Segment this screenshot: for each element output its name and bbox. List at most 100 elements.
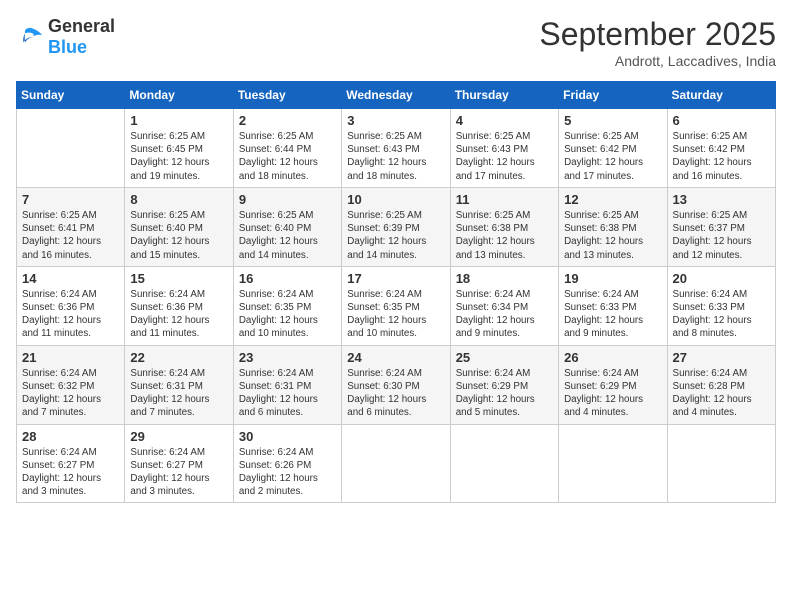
cell-info: Sunrise: 6:25 AM Sunset: 6:38 PM Dayligh… xyxy=(564,209,661,262)
cell-info: Sunrise: 6:25 AM Sunset: 6:39 PM Dayligh… xyxy=(347,209,444,262)
day-number: 13 xyxy=(673,192,770,207)
calendar-cell: 18 Sunrise: 6:24 AM Sunset: 6:34 PM Dayli… xyxy=(450,266,558,345)
logo-blue-text: Blue xyxy=(48,37,87,57)
cell-info: Sunrise: 6:25 AM Sunset: 6:42 PM Dayligh… xyxy=(564,130,661,183)
calendar-cell: 3 Sunrise: 6:25 AM Sunset: 6:43 PM Daylig… xyxy=(342,109,450,188)
cell-info: Sunrise: 6:24 AM Sunset: 6:32 PM Dayligh… xyxy=(22,367,119,420)
day-number: 6 xyxy=(673,113,770,128)
cell-info: Sunrise: 6:24 AM Sunset: 6:27 PM Dayligh… xyxy=(22,446,119,499)
cell-info: Sunrise: 6:24 AM Sunset: 6:36 PM Dayligh… xyxy=(22,288,119,341)
calendar-cell: 17 Sunrise: 6:24 AM Sunset: 6:35 PM Dayli… xyxy=(342,266,450,345)
day-number: 17 xyxy=(347,271,444,286)
cell-info: Sunrise: 6:24 AM Sunset: 6:26 PM Dayligh… xyxy=(239,446,336,499)
day-number: 30 xyxy=(239,429,336,444)
day-number: 20 xyxy=(673,271,770,286)
cell-info: Sunrise: 6:25 AM Sunset: 6:40 PM Dayligh… xyxy=(130,209,227,262)
cell-info: Sunrise: 6:24 AM Sunset: 6:31 PM Dayligh… xyxy=(239,367,336,420)
calendar-cell: 22Sunrise: 6:24 AM Sunset: 6:31 PM Dayli… xyxy=(125,345,233,424)
calendar-cell xyxy=(667,424,775,503)
calendar-cell: 27 Sunrise: 6:24 AM Sunset: 6:28 PM Dayli… xyxy=(667,345,775,424)
calendar-cell: 28 Sunrise: 6:24 AM Sunset: 6:27 PM Dayli… xyxy=(17,424,125,503)
header-tuesday: Tuesday xyxy=(233,82,341,109)
calendar-cell: 6Sunrise: 6:25 AM Sunset: 6:42 PM Daylig… xyxy=(667,109,775,188)
calendar-week-row: 14Sunrise: 6:24 AM Sunset: 6:36 PM Dayli… xyxy=(17,266,776,345)
calendar-cell: 16Sunrise: 6:24 AM Sunset: 6:35 PM Dayli… xyxy=(233,266,341,345)
day-number: 2 xyxy=(239,113,336,128)
calendar-cell: 5 Sunrise: 6:25 AM Sunset: 6:42 PM Daylig… xyxy=(559,109,667,188)
day-number: 19 xyxy=(564,271,661,286)
day-number: 12 xyxy=(564,192,661,207)
day-number: 18 xyxy=(456,271,553,286)
calendar-cell: 9 Sunrise: 6:25 AM Sunset: 6:40 PM Daylig… xyxy=(233,187,341,266)
cell-info: Sunrise: 6:25 AM Sunset: 6:37 PM Dayligh… xyxy=(673,209,770,262)
cell-info: Sunrise: 6:24 AM Sunset: 6:27 PM Dayligh… xyxy=(130,446,227,499)
calendar-cell xyxy=(559,424,667,503)
cell-info: Sunrise: 6:25 AM Sunset: 6:41 PM Dayligh… xyxy=(22,209,119,262)
cell-info: Sunrise: 6:24 AM Sunset: 6:30 PM Dayligh… xyxy=(347,367,444,420)
calendar-table: SundayMondayTuesdayWednesdayThursdayFrid… xyxy=(16,81,776,503)
cell-info: Sunrise: 6:25 AM Sunset: 6:38 PM Dayligh… xyxy=(456,209,553,262)
cell-info: Sunrise: 6:24 AM Sunset: 6:36 PM Dayligh… xyxy=(130,288,227,341)
calendar-cell: 19 Sunrise: 6:24 AM Sunset: 6:33 PM Dayli… xyxy=(559,266,667,345)
header-thursday: Thursday xyxy=(450,82,558,109)
title-block: September 2025 Andrott, Laccadives, Indi… xyxy=(539,16,776,69)
calendar-cell: 20 Sunrise: 6:24 AM Sunset: 6:33 PM Dayli… xyxy=(667,266,775,345)
day-number: 27 xyxy=(673,350,770,365)
cell-info: Sunrise: 6:25 AM Sunset: 6:45 PM Dayligh… xyxy=(130,130,227,183)
cell-info: Sunrise: 6:25 AM Sunset: 6:43 PM Dayligh… xyxy=(347,130,444,183)
calendar-week-row: 1Sunrise: 6:25 AM Sunset: 6:45 PM Daylig… xyxy=(17,109,776,188)
day-number: 21 xyxy=(22,350,119,365)
calendar-cell: 25Sunrise: 6:24 AM Sunset: 6:29 PM Dayli… xyxy=(450,345,558,424)
cell-info: Sunrise: 6:24 AM Sunset: 6:35 PM Dayligh… xyxy=(239,288,336,341)
calendar-cell: 1Sunrise: 6:25 AM Sunset: 6:45 PM Daylig… xyxy=(125,109,233,188)
cell-info: Sunrise: 6:25 AM Sunset: 6:40 PM Dayligh… xyxy=(239,209,336,262)
day-number: 4 xyxy=(456,113,553,128)
calendar-cell: 12 Sunrise: 6:25 AM Sunset: 6:38 PM Dayli… xyxy=(559,187,667,266)
month-title: September 2025 xyxy=(539,16,776,53)
calendar-cell: 29 Sunrise: 6:24 AM Sunset: 6:27 PM Dayli… xyxy=(125,424,233,503)
calendar-week-row: 21 Sunrise: 6:24 AM Sunset: 6:32 PM Dayli… xyxy=(17,345,776,424)
calendar-week-row: 7 Sunrise: 6:25 AM Sunset: 6:41 PM Daylig… xyxy=(17,187,776,266)
calendar-week-row: 28 Sunrise: 6:24 AM Sunset: 6:27 PM Dayli… xyxy=(17,424,776,503)
cell-info: Sunrise: 6:24 AM Sunset: 6:33 PM Dayligh… xyxy=(564,288,661,341)
calendar-cell: 7 Sunrise: 6:25 AM Sunset: 6:41 PM Daylig… xyxy=(17,187,125,266)
day-number: 10 xyxy=(347,192,444,207)
cell-info: Sunrise: 6:24 AM Sunset: 6:29 PM Dayligh… xyxy=(564,367,661,420)
day-number: 28 xyxy=(22,429,119,444)
calendar-cell: 14Sunrise: 6:24 AM Sunset: 6:36 PM Dayli… xyxy=(17,266,125,345)
header-wednesday: Wednesday xyxy=(342,82,450,109)
day-number: 9 xyxy=(239,192,336,207)
day-number: 11 xyxy=(456,192,553,207)
day-number: 3 xyxy=(347,113,444,128)
cell-info: Sunrise: 6:24 AM Sunset: 6:28 PM Dayligh… xyxy=(673,367,770,420)
cell-info: Sunrise: 6:24 AM Sunset: 6:34 PM Dayligh… xyxy=(456,288,553,341)
day-number: 8 xyxy=(130,192,227,207)
day-number: 29 xyxy=(130,429,227,444)
cell-info: Sunrise: 6:24 AM Sunset: 6:31 PM Dayligh… xyxy=(130,367,227,420)
calendar-cell: 30 Sunrise: 6:24 AM Sunset: 6:26 PM Dayli… xyxy=(233,424,341,503)
day-number: 24 xyxy=(347,350,444,365)
header-saturday: Saturday xyxy=(667,82,775,109)
day-number: 7 xyxy=(22,192,119,207)
calendar-cell: 26 Sunrise: 6:24 AM Sunset: 6:29 PM Dayli… xyxy=(559,345,667,424)
calendar-cell: 15Sunrise: 6:24 AM Sunset: 6:36 PM Dayli… xyxy=(125,266,233,345)
header-friday: Friday xyxy=(559,82,667,109)
cell-info: Sunrise: 6:25 AM Sunset: 6:43 PM Dayligh… xyxy=(456,130,553,183)
calendar-header-row: SundayMondayTuesdayWednesdayThursdayFrid… xyxy=(17,82,776,109)
calendar-cell: 11 Sunrise: 6:25 AM Sunset: 6:38 PM Dayli… xyxy=(450,187,558,266)
day-number: 5 xyxy=(564,113,661,128)
calendar-cell xyxy=(450,424,558,503)
calendar-cell: 4 Sunrise: 6:25 AM Sunset: 6:43 PM Daylig… xyxy=(450,109,558,188)
cell-info: Sunrise: 6:24 AM Sunset: 6:35 PM Dayligh… xyxy=(347,288,444,341)
day-number: 26 xyxy=(564,350,661,365)
page-header: General Blue September 2025 Andrott, Lac… xyxy=(16,16,776,69)
calendar-cell: 13 Sunrise: 6:25 AM Sunset: 6:37 PM Dayli… xyxy=(667,187,775,266)
calendar-cell xyxy=(17,109,125,188)
day-number: 23 xyxy=(239,350,336,365)
subtitle: Andrott, Laccadives, India xyxy=(539,53,776,69)
cell-info: Sunrise: 6:25 AM Sunset: 6:44 PM Dayligh… xyxy=(239,130,336,183)
calendar-cell: 10 Sunrise: 6:25 AM Sunset: 6:39 PM Dayli… xyxy=(342,187,450,266)
calendar-cell: 23 Sunrise: 6:24 AM Sunset: 6:31 PM Dayli… xyxy=(233,345,341,424)
cell-info: Sunrise: 6:24 AM Sunset: 6:33 PM Dayligh… xyxy=(673,288,770,341)
cell-info: Sunrise: 6:24 AM Sunset: 6:29 PM Dayligh… xyxy=(456,367,553,420)
